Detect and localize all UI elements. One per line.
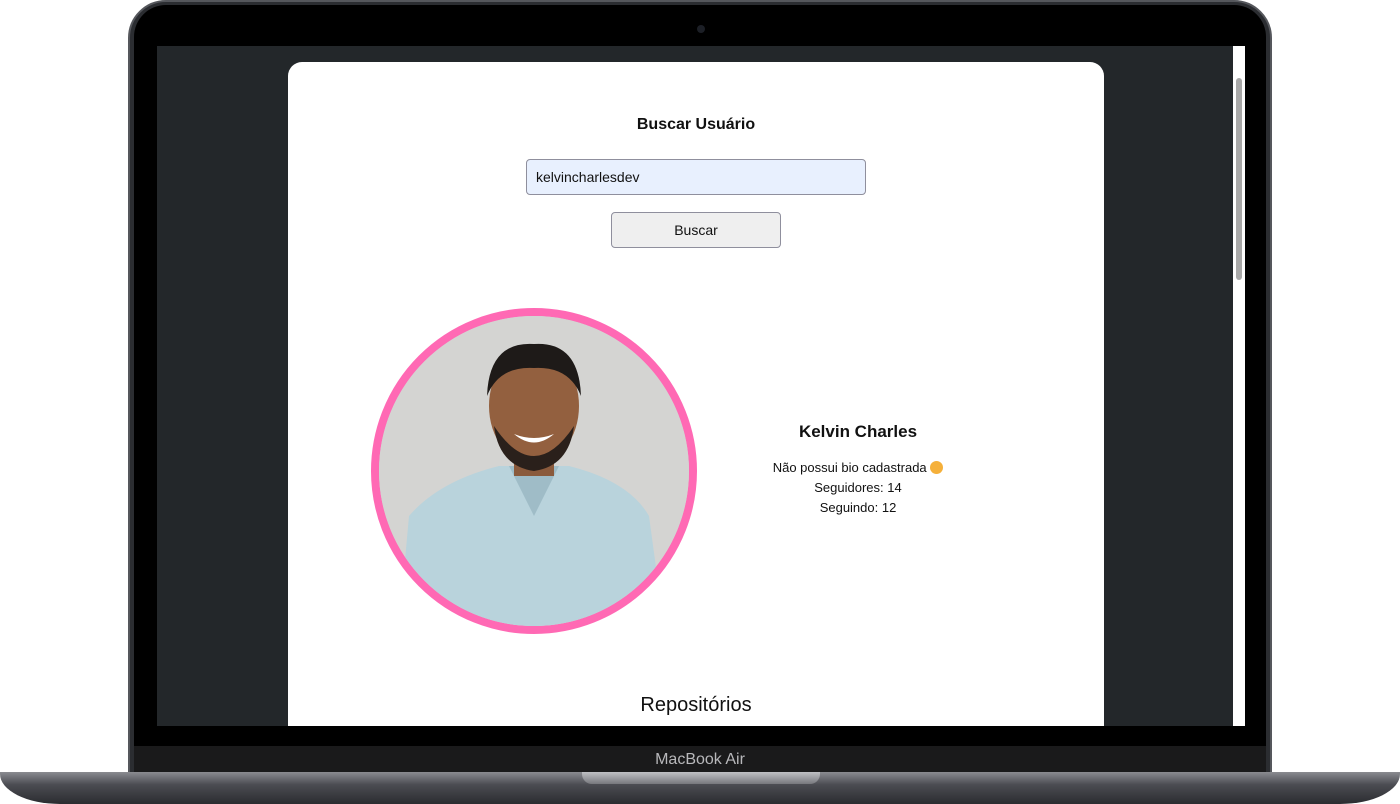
- laptop-chin: MacBook Air: [134, 746, 1266, 774]
- search-title: Buscar Usuário: [636, 116, 756, 133]
- profile-card: Buscar Usuário kelvincharlesdev Buscar K…: [288, 62, 1104, 726]
- laptop-hinge-notch: [582, 772, 820, 784]
- sad-face-icon: [930, 461, 944, 474]
- profile-name: Kelvin Charles: [798, 422, 918, 441]
- avatar: [371, 308, 697, 634]
- profile-info: Kelvin Charles Não possui bio cadastrada…: [728, 422, 988, 518]
- repositories-title: Repositórios: [640, 694, 752, 716]
- scrollbar[interactable]: [1233, 46, 1245, 726]
- camera-icon: [697, 25, 705, 33]
- scrollbar-thumb[interactable]: [1236, 78, 1242, 280]
- followers-count: Seguidores: 14: [814, 480, 902, 495]
- following-count: Seguindo: 12: [819, 500, 897, 515]
- browser-viewport: Buscar Usuário kelvincharlesdev Buscar K…: [157, 46, 1245, 726]
- username-input[interactable]: kelvincharlesdev: [526, 159, 866, 195]
- search-button[interactable]: Buscar: [611, 212, 781, 248]
- device-label: MacBook Air: [655, 751, 745, 768]
- profile-bio: Não possui bio cadastrada: [772, 460, 927, 475]
